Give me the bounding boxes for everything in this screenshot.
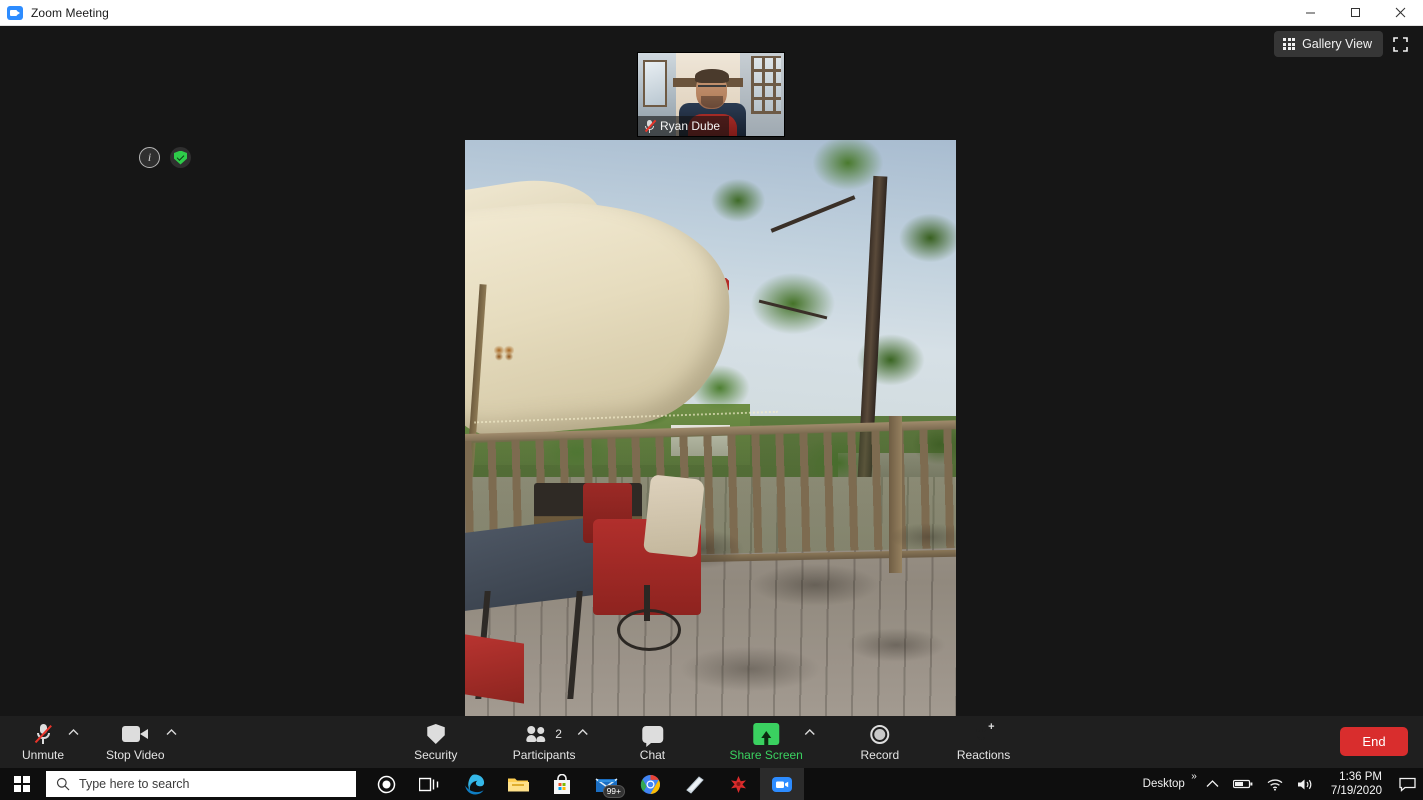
video-options-chevron-up-icon[interactable] xyxy=(163,722,181,742)
search-icon xyxy=(56,777,70,791)
reactions-label: Reactions xyxy=(956,748,1011,762)
mail-badge: 99+ xyxy=(602,785,625,798)
zoom-control-bar: Unmute Stop Video Security 2 Participant… xyxy=(0,716,1423,768)
smiley-plus-icon: + xyxy=(988,721,995,733)
share-screen-button[interactable]: Share Screen xyxy=(723,716,815,768)
windows-logo-icon xyxy=(14,776,30,792)
search-placeholder: Type here to search xyxy=(79,777,190,791)
unmute-label: Unmute xyxy=(21,748,65,762)
record-circle-icon xyxy=(870,722,890,746)
microsoft-store-icon[interactable] xyxy=(540,768,584,800)
video-red-cushion-floor xyxy=(465,634,524,704)
record-label: Record xyxy=(860,748,900,762)
taskbar-apps: 99+ xyxy=(364,768,804,800)
speaker-icon[interactable] xyxy=(1290,768,1321,800)
overflow-glyph: » xyxy=(1191,771,1197,782)
task-view-icon[interactable] xyxy=(408,768,452,800)
thumbnail-participant-name: Ryan Dube xyxy=(660,119,721,133)
security-button[interactable]: Security xyxy=(407,716,465,768)
battery-icon[interactable] xyxy=(1226,768,1260,800)
unmute-button[interactable]: Unmute xyxy=(14,716,78,768)
end-label: End xyxy=(1362,734,1386,749)
search-input[interactable]: Type here to search xyxy=(46,771,356,797)
red-app-icon[interactable] xyxy=(716,768,760,800)
mic-muted-icon xyxy=(34,722,53,746)
clock-time: 1:36 PM xyxy=(1339,771,1382,783)
participants-options-chevron-up-icon[interactable] xyxy=(573,722,591,742)
video-cushion xyxy=(642,473,705,558)
participants-label: Participants xyxy=(512,748,576,762)
desktop-label: Desktop xyxy=(1142,778,1185,790)
window-controls xyxy=(1288,0,1423,26)
stop-video-button[interactable]: Stop Video xyxy=(100,716,177,768)
notification-icon[interactable] xyxy=(1392,768,1423,800)
share-arrow-icon xyxy=(753,722,780,746)
participants-button[interactable]: 2 Participants xyxy=(507,716,588,768)
shield-icon xyxy=(426,722,445,746)
reactions-button[interactable]: + Reactions xyxy=(951,716,1016,768)
meeting-stage: Gallery View Ryan Dube i Unmute Stop Vid… xyxy=(0,26,1423,768)
grid-icon xyxy=(1283,38,1296,50)
camera-icon xyxy=(122,722,149,746)
clock-date: 7/19/2020 xyxy=(1330,785,1382,797)
sticky-notes-icon[interactable] xyxy=(672,768,716,800)
active-speaker-video[interactable] xyxy=(465,140,956,741)
stop-video-label: Stop Video xyxy=(106,748,165,762)
share-screen-label: Share Screen xyxy=(729,748,803,762)
chat-button[interactable]: Chat xyxy=(623,716,681,768)
encryption-shield-icon[interactable] xyxy=(170,147,191,168)
end-meeting-button[interactable]: End xyxy=(1340,727,1408,756)
toolbar-left-group: Unmute Stop Video xyxy=(14,716,177,768)
chrome-icon[interactable] xyxy=(628,768,672,800)
start-button[interactable] xyxy=(0,768,44,800)
chat-label: Chat xyxy=(639,748,666,762)
participants-count: 2 xyxy=(555,727,562,741)
security-label: Security xyxy=(414,748,458,762)
maximize-button[interactable] xyxy=(1333,0,1378,26)
audio-options-chevron-up-icon[interactable] xyxy=(64,722,82,742)
minimize-button[interactable] xyxy=(1288,0,1333,26)
wifi-icon[interactable] xyxy=(1260,768,1290,800)
fullscreen-icon[interactable] xyxy=(1385,30,1415,58)
close-button[interactable] xyxy=(1378,0,1423,26)
video-butterfly-ornament xyxy=(494,344,515,363)
zoom-icon xyxy=(7,5,23,20)
system-tray: Desktop » 1:36 PM 7/19/2020 xyxy=(1136,768,1423,800)
windows-taskbar: Type here to search 99+ Desktop » 1:36 P… xyxy=(0,768,1423,800)
clock[interactable]: 1:36 PM 7/19/2020 xyxy=(1321,768,1392,800)
meeting-info-icon[interactable]: i xyxy=(139,147,160,168)
gallery-view-label: Gallery View xyxy=(1302,37,1372,51)
zoom-taskbar-icon[interactable] xyxy=(760,768,804,800)
view-controls: Gallery View xyxy=(1274,30,1415,58)
self-view-thumbnail[interactable]: Ryan Dube xyxy=(637,52,785,137)
window-title-bar: Zoom Meeting xyxy=(0,0,1423,26)
zoom-meeting-window: Zoom Meeting Gallery View Ryan Dube i Un… xyxy=(0,0,1423,800)
chevron-up-icon[interactable] xyxy=(1199,768,1226,800)
mic-muted-icon xyxy=(644,119,657,133)
record-button[interactable]: Record xyxy=(851,716,909,768)
desktop-button[interactable]: Desktop » xyxy=(1136,768,1199,800)
toolbar-center-group: Security 2 Participants Chat Share Scree… xyxy=(407,716,1016,768)
mail-icon[interactable]: 99+ xyxy=(584,768,628,800)
people-icon: 2 xyxy=(526,722,562,746)
video-chair-base xyxy=(617,608,682,651)
cortana-icon[interactable] xyxy=(364,768,408,800)
edge-icon[interactable] xyxy=(452,768,496,800)
thumbnail-name-label: Ryan Dube xyxy=(638,116,730,136)
meeting-overlay-icons: i xyxy=(139,147,191,168)
gallery-view-button[interactable]: Gallery View xyxy=(1274,31,1383,57)
share-options-chevron-up-icon[interactable] xyxy=(801,722,819,742)
file-explorer-icon[interactable] xyxy=(496,768,540,800)
chat-bubble-icon xyxy=(641,722,663,747)
window-title: Zoom Meeting xyxy=(31,5,109,20)
